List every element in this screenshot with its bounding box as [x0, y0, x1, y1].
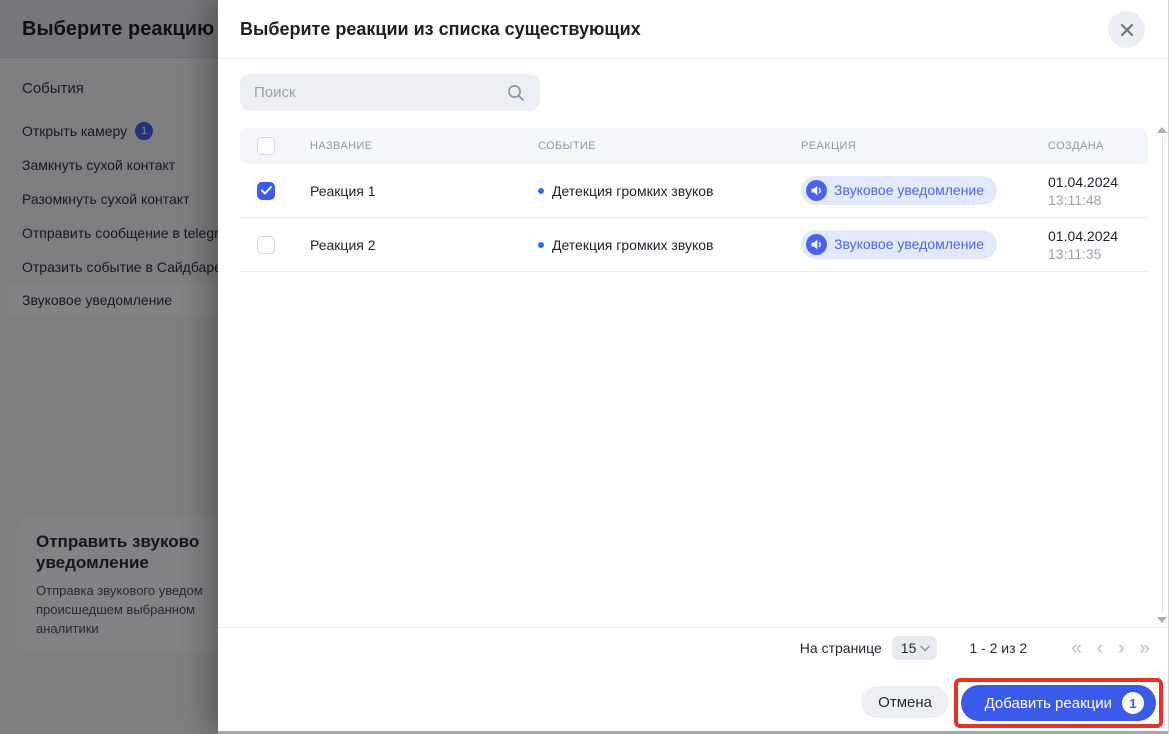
created-cell: 01.04.2024 13:11:35: [1030, 227, 1148, 263]
created-time: 13:11:35: [1048, 245, 1148, 263]
table-row[interactable]: Реакция 1 Детекция громких звуков Звуков…: [240, 164, 1148, 218]
reaction-badge-label: Звуковое уведомление: [834, 182, 984, 198]
chevron-down-icon: [920, 645, 930, 652]
per-page-value: 15: [901, 640, 917, 656]
event-label: Детекция громких звуков: [552, 237, 713, 253]
pagination-arrows: « ‹ › »: [1071, 639, 1150, 658]
created-date: 01.04.2024: [1048, 227, 1148, 245]
scrollbar-track[interactable]: [1162, 137, 1163, 614]
last-page-button[interactable]: »: [1139, 639, 1150, 658]
sound-icon: [806, 180, 827, 201]
annotation-highlight-box: Добавить реакции 1: [954, 678, 1163, 728]
add-reactions-label: Добавить реакции: [985, 695, 1112, 712]
table-header-row: НАЗВАНИЕ СОБЫТИЕ РЕАКЦИЯ СОЗДАНА: [240, 128, 1148, 164]
column-header-event: СОБЫТИЕ: [520, 140, 783, 152]
close-button[interactable]: [1108, 11, 1145, 48]
row-checkbox[interactable]: [257, 182, 275, 200]
per-page-select[interactable]: 15: [892, 636, 938, 660]
event-cell: Детекция громких звуков: [520, 237, 783, 253]
table-row[interactable]: Реакция 2 Детекция громких звуков Звуков…: [240, 218, 1148, 272]
reaction-name: Реакция 1: [292, 183, 520, 199]
prev-page-button[interactable]: ‹: [1097, 639, 1103, 658]
event-label: Детекция громких звуков: [552, 183, 713, 199]
reaction-badge: Звуковое уведомление: [801, 230, 997, 259]
screen: Выберите реакцию н События Открыть камер…: [0, 0, 1169, 734]
column-header-name: НАЗВАНИЕ: [292, 140, 520, 152]
next-page-button[interactable]: ›: [1118, 639, 1124, 658]
reactions-table: НАЗВАНИЕ СОБЫТИЕ РЕАКЦИЯ СОЗДАНА Реакция…: [240, 128, 1148, 272]
cancel-button[interactable]: Отмена: [861, 686, 949, 718]
created-date: 01.04.2024: [1048, 173, 1148, 191]
column-header-created: СОЗДАНА: [1030, 140, 1148, 152]
pagination: На странице 15 1 - 2 из 2 « ‹ › »: [800, 628, 1150, 668]
first-page-button[interactable]: «: [1071, 639, 1082, 658]
column-header-reaction: РЕАКЦИЯ: [783, 140, 1030, 152]
close-icon: [1120, 23, 1134, 37]
event-dot-icon: [538, 242, 544, 248]
scrollbar-up-arrow[interactable]: [1157, 127, 1167, 133]
select-reactions-modal: Выберите реакции из списка существующих …: [218, 0, 1169, 734]
created-cell: 01.04.2024 13:11:48: [1030, 173, 1148, 209]
scrollbar-down-arrow[interactable]: [1157, 617, 1167, 623]
select-all-checkbox[interactable]: [257, 137, 275, 155]
search-input[interactable]: [254, 84, 506, 101]
event-cell: Детекция громких звуков: [520, 183, 783, 199]
search-icon: [506, 83, 526, 103]
event-dot-icon: [538, 188, 544, 194]
add-reactions-button[interactable]: Добавить реакции 1: [961, 685, 1156, 721]
reaction-badge-label: Звуковое уведомление: [834, 236, 984, 252]
search-box[interactable]: [240, 74, 540, 111]
created-time: 13:11:48: [1048, 191, 1148, 209]
header-divider: [218, 58, 1168, 59]
row-checkbox[interactable]: [257, 236, 275, 254]
check-icon: [261, 186, 272, 195]
per-page-label: На странице: [800, 640, 882, 656]
reaction-badge: Звуковое уведомление: [801, 176, 997, 205]
modal-title: Выберите реакции из списка существующих: [240, 0, 641, 58]
sound-icon: [806, 234, 827, 255]
reaction-name: Реакция 2: [292, 237, 520, 253]
selected-count-badge: 1: [1122, 692, 1144, 714]
pagination-range: 1 - 2 из 2: [969, 640, 1027, 656]
